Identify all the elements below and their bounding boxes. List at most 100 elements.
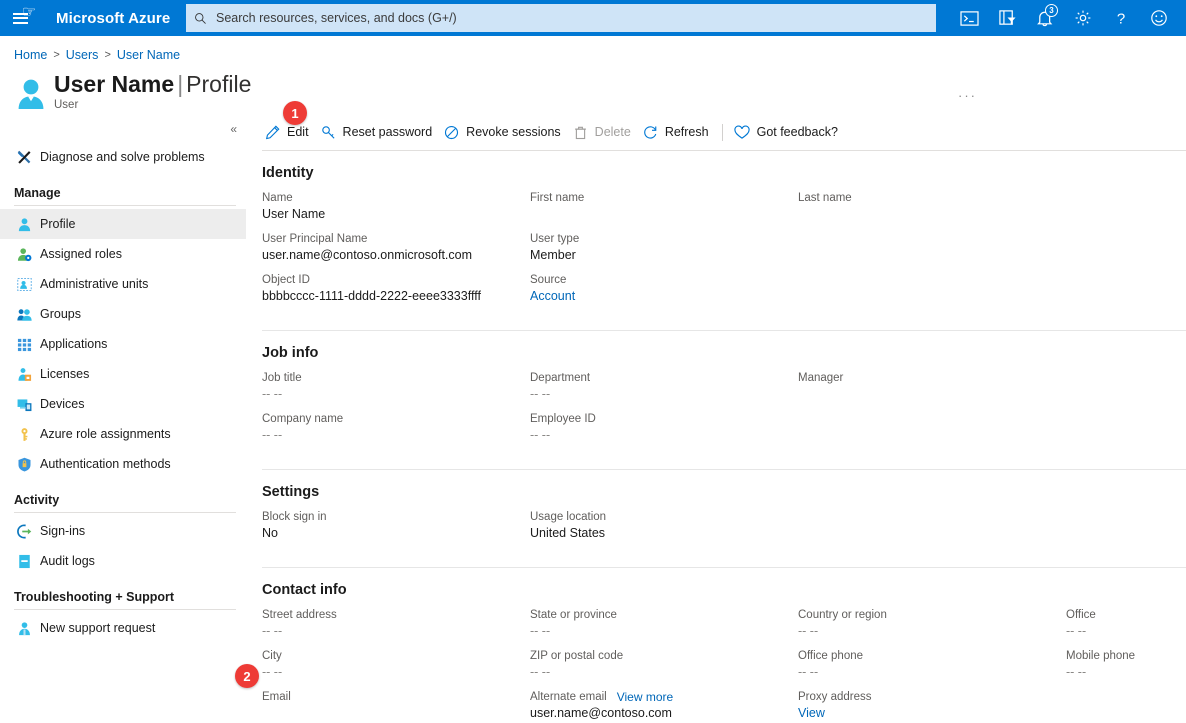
field-value <box>530 206 798 223</box>
sidebar-item-label: Audit logs <box>40 554 95 568</box>
command-label: Revoke sessions <box>466 125 561 139</box>
field-column: First name User type Member Source Accou… <box>530 191 798 314</box>
search-input[interactable] <box>214 10 928 26</box>
field-columns: Street address -- -- City -- -- Email St… <box>262 608 1186 723</box>
hamburger-menu-button[interactable]: ☞ <box>0 0 40 36</box>
collapse-sidebar-button[interactable]: « <box>230 122 237 142</box>
page-overflow-menu[interactable]: ··· <box>958 88 977 103</box>
top-bar-icon-group: 3 ? <box>950 0 1178 36</box>
breadcrumb-item-users[interactable]: Users <box>66 48 99 62</box>
field-columns: Name User Name User Principal Name user.… <box>262 191 1186 314</box>
field-label: Country or region <box>798 608 1066 623</box>
field-value: -- -- <box>262 386 530 403</box>
last-name-field: Last name <box>798 191 1066 223</box>
mouse-cursor-icon: ☞ <box>22 5 36 21</box>
groups-icon <box>16 306 32 322</box>
key-icon <box>16 426 32 442</box>
sidebar-item-applications[interactable]: Applications <box>0 329 246 359</box>
breadcrumb: Home > Users > User Name <box>0 36 1186 62</box>
heart-icon <box>734 124 751 141</box>
got-feedback-button[interactable]: Got feedback? <box>732 118 847 146</box>
field-label: ZIP or postal code <box>530 649 798 664</box>
sidebar-item-groups[interactable]: Groups <box>0 299 246 329</box>
field-value <box>798 386 1066 403</box>
sidebar-divider <box>14 512 236 513</box>
help-button[interactable]: ? <box>1102 0 1140 36</box>
sidebar-item-devices[interactable]: Devices <box>0 389 246 419</box>
azure-brand-logo[interactable]: Microsoft Azure <box>56 10 170 27</box>
directory-filter-button[interactable] <box>988 0 1026 36</box>
field-label: Job title <box>262 371 530 386</box>
office-field: Office -- -- <box>1066 608 1186 640</box>
field-column: Department -- -- Employee ID -- -- <box>530 371 798 453</box>
page-header: User Name|Profile User ··· <box>0 62 1186 112</box>
view-more-link[interactable]: View more <box>617 690 673 705</box>
breadcrumb-separator: > <box>53 49 59 61</box>
field-label: Usage location <box>530 510 798 525</box>
field-label: Mobile phone <box>1066 649 1186 664</box>
sidebar-item-label: Diagnose and solve problems <box>40 150 205 164</box>
applications-grid-icon <box>16 336 32 352</box>
field-label: State or province <box>530 608 798 623</box>
wrench-screwdriver-icon <box>16 149 32 165</box>
feedback-smiley-button[interactable] <box>1140 0 1178 36</box>
field-label: Alternate email <box>530 690 607 705</box>
sidebar-item-administrative-units[interactable]: Administrative units <box>0 269 246 299</box>
delete-button: Delete <box>570 118 640 146</box>
field-column: Manager <box>798 371 1066 453</box>
support-person-icon <box>16 620 32 636</box>
sidebar-divider <box>14 205 236 206</box>
field-label: Company name <box>262 412 530 427</box>
field-label: Office <box>1066 608 1186 623</box>
shield-icon <box>16 456 32 472</box>
notifications-button[interactable]: 3 <box>1026 0 1064 36</box>
field-value: -- -- <box>1066 664 1186 681</box>
field-column: Name User Name User Principal Name user.… <box>262 191 530 314</box>
breadcrumb-item-home[interactable]: Home <box>14 48 47 62</box>
cloud-shell-button[interactable] <box>950 0 988 36</box>
object-id-field: Object ID bbbbcccc-1111-dddd-2222-eeee33… <box>262 273 530 305</box>
page-title: User Name|Profile <box>54 70 251 98</box>
sidebar-item-label: New support request <box>40 621 155 635</box>
sidebar-item-label: Devices <box>40 397 84 411</box>
user-avatar-icon <box>14 76 48 112</box>
left-navigation-sidebar: « Diagnose and solve problems Manage Pro… <box>0 112 246 723</box>
source-link[interactable]: Account <box>530 288 798 305</box>
sidebar-item-new-support-request[interactable]: New support request <box>0 613 246 643</box>
reset-password-button[interactable]: Reset password <box>318 118 442 146</box>
settings-gear-button[interactable] <box>1064 0 1102 36</box>
block-sign-in-field: Block sign in No <box>262 510 530 542</box>
field-column <box>798 510 1066 551</box>
user-profile-icon <box>16 216 32 232</box>
sidebar-item-diagnose-and-solve-problems[interactable]: Diagnose and solve problems <box>0 142 246 172</box>
sidebar-item-audit-logs[interactable]: Audit logs <box>0 546 246 576</box>
field-label: Employee ID <box>530 412 798 427</box>
revoke-sessions-button[interactable]: Revoke sessions <box>441 118 570 146</box>
sidebar-item-profile[interactable]: Profile <box>0 209 246 239</box>
page-subtitle: User <box>54 99 251 111</box>
field-column: Block sign in No <box>262 510 530 551</box>
svg-text:?: ? <box>1117 11 1125 28</box>
department-field: Department -- -- <box>530 371 798 403</box>
page-title-secondary: Profile <box>186 71 251 97</box>
name-field: Name User Name <box>262 191 530 223</box>
proxy-address-view-link[interactable]: View <box>798 705 1066 722</box>
global-search-box[interactable] <box>186 4 936 32</box>
sidebar-item-sign-ins[interactable]: Sign-ins <box>0 516 246 546</box>
sidebar-group-title-manage: Manage <box>0 172 246 205</box>
proxy-address-field: Proxy address View <box>798 690 1066 722</box>
section-settings: Settings Block sign in No Usage location… <box>262 470 1186 568</box>
sidebar-item-authentication-methods[interactable]: Authentication methods <box>0 449 246 479</box>
sidebar-item-label: Applications <box>40 337 107 351</box>
sidebar-item-label: Azure role assignments <box>40 427 171 441</box>
sidebar-item-assigned-roles[interactable]: Assigned roles <box>0 239 246 269</box>
main-content-pane: Edit Reset password Revoke sessions Dele… <box>246 112 1186 723</box>
breadcrumb-item-user-name[interactable]: User Name <box>117 48 180 62</box>
refresh-button[interactable]: Refresh <box>640 118 718 146</box>
sidebar-item-licenses[interactable]: Licenses <box>0 359 246 389</box>
field-value: -- -- <box>262 664 530 681</box>
field-column: Office -- -- Mobile phone -- -- <box>1066 608 1186 723</box>
sidebar-item-azure-role-assignments[interactable]: Azure role assignments <box>0 419 246 449</box>
field-label: Proxy address <box>798 690 1066 705</box>
country-or-region-field: Country or region -- -- <box>798 608 1066 640</box>
